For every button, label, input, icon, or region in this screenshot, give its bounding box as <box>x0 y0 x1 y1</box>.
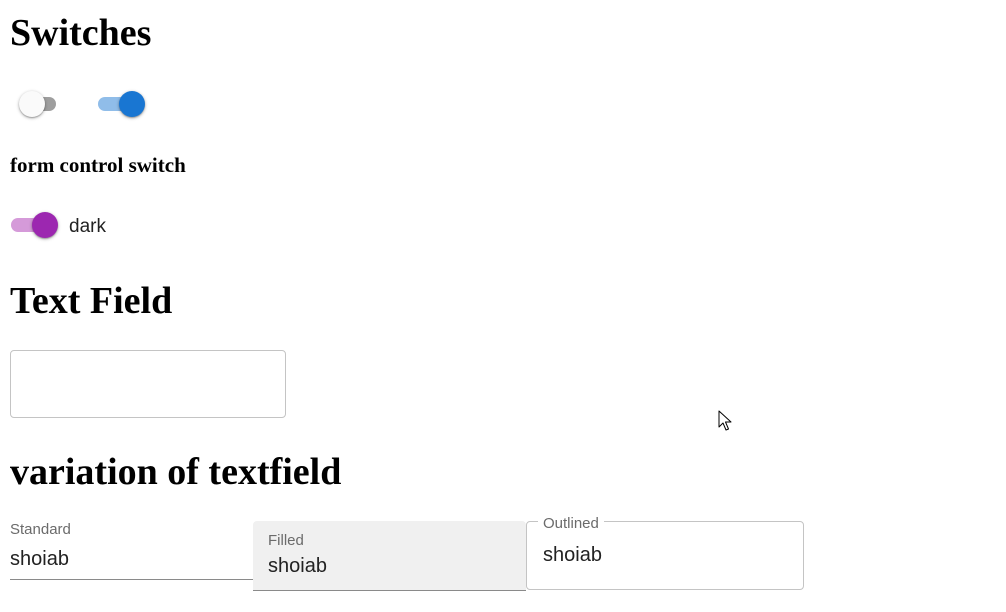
text-field-input[interactable] <box>10 350 286 418</box>
filled-field-underline <box>253 590 526 591</box>
standard-field-value[interactable]: shoiab <box>10 549 69 569</box>
dark-mode-switch[interactable] <box>0 206 58 244</box>
text-field-heading: Text Field <box>10 280 173 322</box>
switch-thumb <box>19 91 45 117</box>
switch-thumb <box>119 91 145 117</box>
form-control-switch-heading: form control switch <box>10 153 186 177</box>
filled-text-field[interactable]: Filled shoiab <box>253 521 526 591</box>
dark-mode-switch-label[interactable]: dark <box>69 217 106 236</box>
mouse-pointer-icon <box>718 410 732 431</box>
switches-heading: Switches <box>10 12 152 54</box>
standard-field-label: Standard <box>10 521 71 538</box>
variation-of-textfield-heading: variation of textfield <box>10 451 342 493</box>
outlined-field-label: Outlined <box>538 516 604 531</box>
outlined-text-field[interactable]: Outlined shoiab <box>526 516 804 590</box>
filled-field-label: Filled <box>268 532 304 549</box>
switch-unchecked[interactable] <box>10 85 68 123</box>
filled-field-value[interactable]: shoiab <box>268 556 327 576</box>
standard-field-underline <box>10 579 254 580</box>
switch-checked[interactable] <box>86 85 145 123</box>
outlined-field-value[interactable]: shoiab <box>543 545 602 565</box>
standard-text-field[interactable]: Standard shoiab <box>10 514 254 580</box>
switch-thumb <box>32 212 58 238</box>
